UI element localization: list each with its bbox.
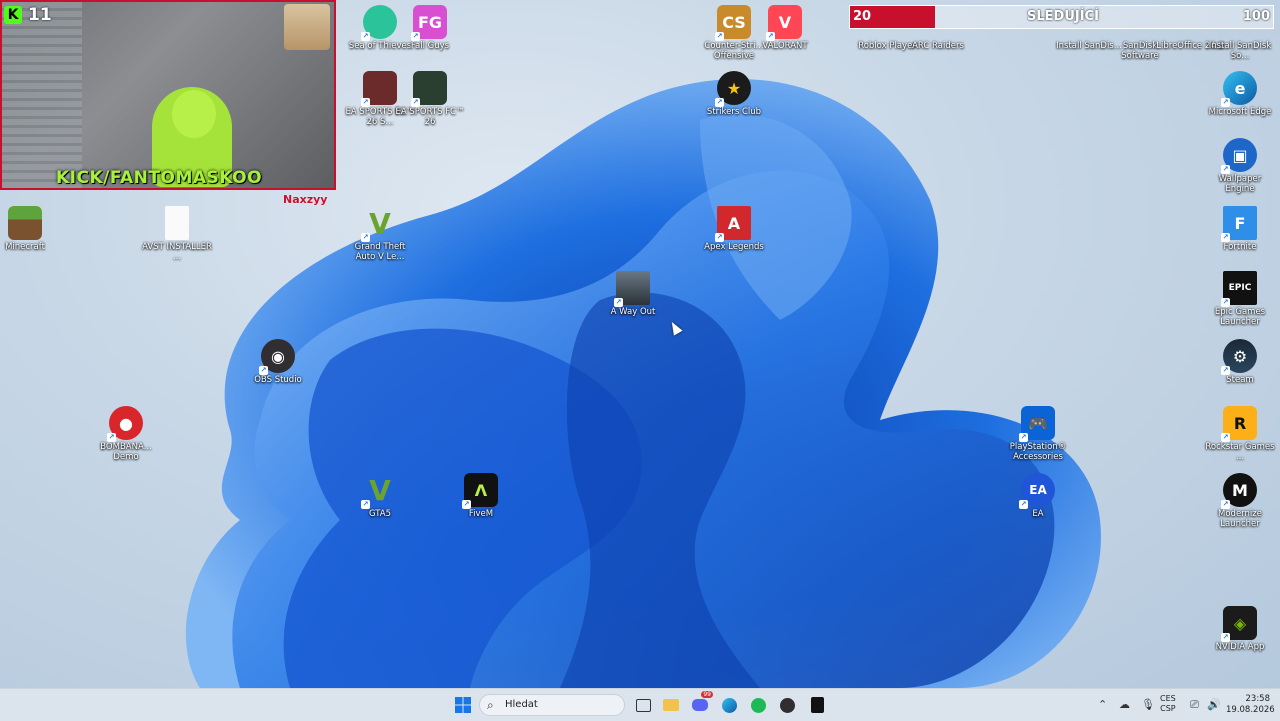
spotify-icon — [750, 697, 766, 713]
webcam-overlay: K 11 KICK/FANTOMASKOO — [0, 0, 336, 190]
streamer-nickname: Naxzyy — [283, 193, 328, 206]
desktop-icon-gta-v-legacy[interactable]: V ↗ Grand Theft Auto V Le... — [344, 206, 416, 263]
desktop-icon-arc-raiders[interactable]: ARC Raiders — [902, 5, 974, 51]
taskbar-file-explorer[interactable] — [660, 694, 682, 716]
desktop-icon-wallpaper-engine[interactable]: ▣ ↗ Wallpaper Engine — [1204, 138, 1276, 194]
streamer-head — [172, 90, 216, 138]
ea-icon: EA ↗ — [1019, 473, 1055, 509]
folder-icon — [663, 699, 679, 711]
desktop-icon-install-sandisk-2[interactable]: Install SanDisk So... — [1204, 5, 1276, 61]
fivem-icon: Λ ↗ — [462, 473, 498, 509]
desktop-icon-strikers-club[interactable]: ★ ↗ Strikers Club — [698, 71, 770, 117]
apex-icon: A ↗ — [715, 206, 751, 242]
strikers-club-icon: ★ ↗ — [715, 71, 751, 107]
kick-channel-label: KICK/FANTOMASKOO — [56, 168, 263, 188]
epic-games-icon: EPIC ↗ — [1221, 271, 1257, 307]
taskbar-edge[interactable] — [718, 694, 740, 716]
desktop-icon-fivem[interactable]: Λ ↗ FiveM — [445, 473, 517, 519]
desktop-icon-steam[interactable]: ⚙ ↗ Steam — [1204, 339, 1276, 385]
libreoffice-icon — [1173, 5, 1207, 39]
start-button[interactable] — [452, 694, 474, 716]
ea-fc-icon: ↗ — [361, 71, 397, 107]
window-blinds — [2, 2, 82, 188]
file-icon — [165, 206, 189, 240]
desktop-icon-bombana[interactable]: ● ↗ BOMBANA... Demo — [90, 406, 162, 462]
discord-badge: 99 — [701, 691, 713, 698]
task-view-icon — [635, 698, 651, 712]
steam-icon: ⚙ ↗ — [1221, 339, 1257, 375]
a-way-out-icon: ↗ — [614, 271, 650, 307]
taskbar-spotify[interactable] — [747, 694, 769, 716]
search-placeholder: Hledat — [505, 699, 538, 710]
sandisk-installer-icon — [1072, 5, 1106, 39]
desktop-icon-obs-studio[interactable]: ◉ ↗ OBS Studio — [242, 339, 314, 385]
playstation-controller-icon: 🎮 ↗ — [1019, 406, 1055, 442]
desktop-icon-epic-games[interactable]: EPIC ↗ Epic Games Launcher — [1204, 271, 1276, 327]
sandisk-installer-icon — [1223, 5, 1257, 39]
desktop-icon-playstation-accessories[interactable]: 🎮 ↗ PlayStation® Accessories — [1002, 406, 1074, 462]
desktop-icon-valorant[interactable]: V ↗ VALORANT — [749, 5, 821, 51]
fortnite-icon: F ↗ — [1221, 206, 1257, 242]
tray-microphone-icon[interactable]: 🎙 — [1141, 698, 1155, 711]
pdf-icon — [1123, 5, 1157, 39]
desktop-icon-modernize-launcher[interactable]: M ↗ Modernize Launcher — [1204, 473, 1276, 529]
windows-logo-icon — [455, 697, 471, 713]
tray-overflow-chevron-icon[interactable]: ⌃ — [1098, 698, 1107, 711]
desktop-icon-fall-guys[interactable]: FG ↗ Fall Guys — [394, 5, 466, 51]
search-icon: ⌕ — [487, 698, 494, 712]
desktop-icon-minecraft[interactable]: Minecraft — [0, 206, 61, 252]
fall-guys-icon: FG ↗ — [411, 5, 447, 41]
desktop-icon-ea-fc-2[interactable]: ↗ EA SPORTS FC™ 26 — [394, 71, 466, 127]
epic-games-icon — [810, 697, 824, 713]
kick-logo-icon: K — [4, 6, 22, 24]
modernize-icon: M ↗ — [1221, 473, 1257, 509]
clock-time: 23:58 — [1245, 694, 1271, 704]
gta-v-icon: V ↗ — [361, 473, 391, 509]
bombana-icon: ● ↗ — [107, 406, 143, 442]
sea-of-thieves-icon: ↗ — [361, 5, 397, 41]
obs-icon — [779, 697, 795, 713]
task-view-button[interactable] — [632, 694, 654, 716]
desktop-icon-a-way-out[interactable]: ↗ A Way Out — [597, 271, 669, 317]
desktop-icon-nvidia-app[interactable]: ◈ ↗ NVIDIA App — [1204, 606, 1276, 652]
minecraft-icon — [8, 206, 42, 240]
edge-icon: e ↗ — [1221, 71, 1257, 107]
obs-icon: ◉ ↗ — [259, 339, 295, 375]
wallpaper-engine-icon: ▣ ↗ — [1221, 138, 1257, 174]
taskbar-epic-games[interactable] — [806, 694, 828, 716]
input-language-indicator[interactable]: CES CSP — [1160, 694, 1176, 714]
desktop-icon-gta5[interactable]: V ↗ GTA5 — [344, 473, 416, 519]
desktop-icon-ea[interactable]: EA ↗ EA — [1002, 473, 1074, 519]
rockstar-icon: R ↗ — [1221, 406, 1257, 442]
taskbar-clock[interactable]: 23:58 19.08.2026 — [1226, 694, 1275, 716]
tray-network-icon[interactable]: ⎚ — [1190, 698, 1199, 712]
taskbar-obs[interactable] — [776, 694, 798, 716]
desktop-icon-fortnite[interactable]: F ↗ Fortnite — [1204, 206, 1276, 252]
desktop: K 11 KICK/FANTOMASKOO Naxzyy 20 SLEDUJÍC… — [0, 0, 1280, 688]
edge-icon — [721, 697, 737, 713]
gta-v-icon: V ↗ — [361, 206, 391, 242]
counter-strike-icon: CS ↗ — [715, 5, 751, 41]
discord-icon — [692, 699, 708, 711]
desktop-icon-avst-installer[interactable]: AVST INSTALLER ... — [141, 206, 213, 262]
taskbar: ⌕ Hledat 99 ⌃ ☁ 🎙 CES CSP ⎚ 🔊 23:58 19.0… — [0, 688, 1280, 721]
desktop-icon-microsoft-edge[interactable]: e ↗ Microsoft Edge — [1204, 71, 1276, 117]
arc-raiders-icon — [921, 5, 955, 39]
tray-onedrive-icon[interactable]: ☁ — [1119, 698, 1130, 711]
roblox-icon — [870, 5, 904, 39]
taskbar-discord[interactable]: 99 — [689, 691, 713, 716]
nvidia-icon: ◈ ↗ — [1221, 606, 1257, 642]
desktop-icon-apex-legends[interactable]: A ↗ Apex Legends — [698, 206, 770, 252]
desktop-icon-rockstar[interactable]: R ↗ Rockstar Games ... — [1204, 406, 1276, 462]
valorant-icon: V ↗ — [766, 5, 802, 41]
clock-date: 19.08.2026 — [1226, 705, 1275, 715]
ea-fc-icon: ↗ — [411, 71, 447, 107]
tray-volume-icon[interactable]: 🔊 — [1207, 698, 1221, 711]
cat-image — [284, 4, 330, 50]
taskbar-search[interactable]: ⌕ Hledat — [479, 694, 625, 716]
kick-viewer-count: 11 — [28, 5, 52, 25]
